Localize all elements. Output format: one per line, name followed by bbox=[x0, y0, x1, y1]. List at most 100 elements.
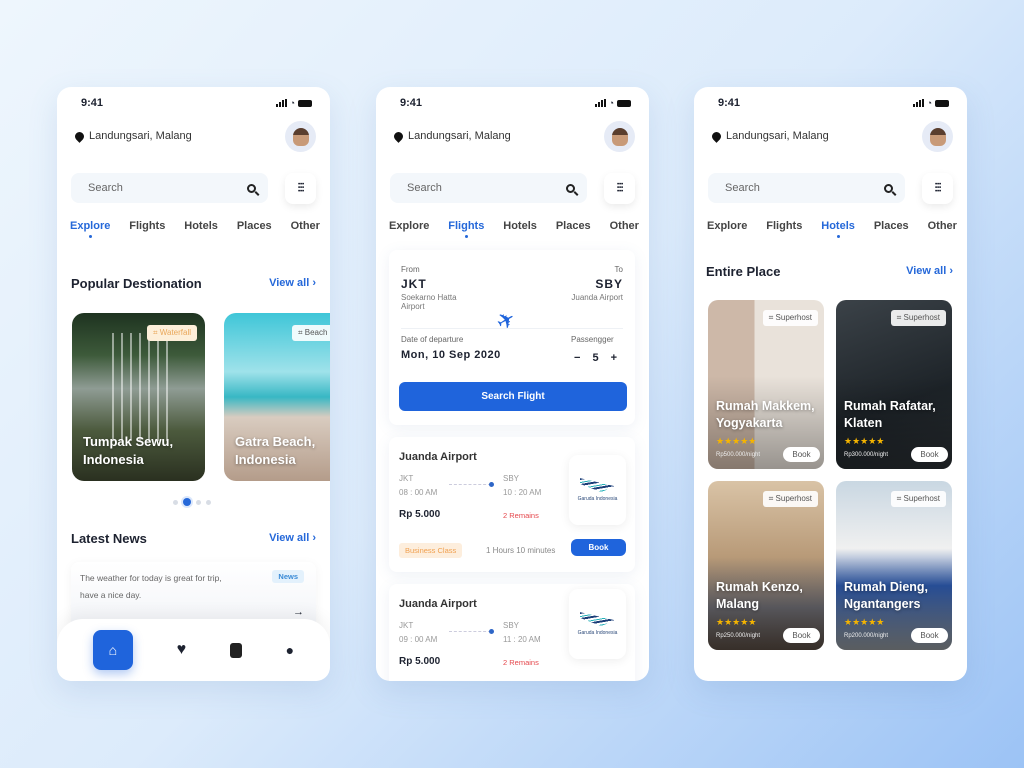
location-pin-icon bbox=[392, 129, 405, 143]
location[interactable]: Landungsari, Malang bbox=[73, 129, 192, 143]
nav-heart-icon[interactable]: ♥ bbox=[177, 641, 187, 659]
filter-button[interactable]: ⫶⫶⫶ bbox=[922, 173, 953, 204]
superhost-badge: ⌗ Superhost bbox=[762, 491, 818, 507]
filter-button[interactable]: ⫶⫶⫶ bbox=[604, 173, 635, 204]
result-to: SBY bbox=[503, 621, 520, 630]
hotel-card[interactable]: ⌗ Superhost Rumah Makkem, Yogyakarta ★★★… bbox=[708, 300, 824, 469]
route-line bbox=[449, 484, 491, 485]
to-code[interactable]: SBY bbox=[595, 277, 623, 291]
tab-explore[interactable]: Explore bbox=[70, 220, 110, 238]
airline-logo: Garuda Indonesia bbox=[569, 589, 626, 659]
date-label: Date of departure bbox=[401, 335, 464, 344]
from-code[interactable]: JKT bbox=[401, 277, 427, 291]
tab-explore[interactable]: Explore bbox=[389, 220, 429, 232]
avatar[interactable] bbox=[604, 121, 635, 152]
result-arrive: 10 : 20 AM bbox=[503, 488, 542, 497]
airline-logo: Garuda Indonesia bbox=[569, 455, 626, 525]
result-remains: 2 Remains bbox=[503, 658, 539, 667]
sliders-icon: ⫶⫶⫶ bbox=[616, 181, 623, 195]
wifi-icon: ◔ bbox=[289, 98, 295, 108]
entire-place-title: Entire Place bbox=[706, 264, 781, 279]
carousel-dot[interactable] bbox=[196, 499, 201, 505]
passenger-count[interactable]: 5 bbox=[592, 352, 598, 364]
search-flight-button[interactable]: Search Flight bbox=[399, 382, 627, 411]
location-label: Landungsari, Malang bbox=[408, 130, 511, 142]
hotels-view-all[interactable]: View all › bbox=[906, 265, 953, 277]
wifi-icon: ◔ bbox=[608, 98, 614, 108]
nav-document-icon[interactable] bbox=[229, 642, 242, 658]
hotels-screen: 9:41 ◔ Landungsari, Malang Search ⫶⫶⫶ Ex… bbox=[694, 87, 967, 681]
tab-flights[interactable]: Flights bbox=[448, 220, 484, 238]
news-view-all[interactable]: View all › bbox=[269, 532, 316, 544]
increment-button[interactable]: + bbox=[611, 352, 617, 364]
tab-places[interactable]: Places bbox=[556, 220, 591, 232]
departure-date[interactable]: Mon, 10 Sep 2020 bbox=[401, 349, 501, 361]
search-icon bbox=[247, 183, 256, 193]
tab-explore[interactable]: Explore bbox=[707, 220, 747, 232]
avatar[interactable] bbox=[922, 121, 953, 152]
book-button[interactable]: Book bbox=[783, 447, 820, 462]
hotel-card[interactable]: ⌗ Superhost Rumah Kenzo, Malang ★★★★★ Rp… bbox=[708, 481, 824, 650]
search-input[interactable]: Search bbox=[708, 173, 905, 203]
book-button[interactable]: Book bbox=[911, 628, 948, 643]
explore-screen: 9:41 ◔ Landungsari, Malang Search ⫶⫶⫶ Ex… bbox=[57, 87, 330, 681]
carousel-dot-active[interactable] bbox=[183, 498, 191, 506]
destination-card[interactable]: ⌗ Beach Gatra Beach, Indonesia bbox=[224, 313, 330, 481]
status-icons: ◔ bbox=[594, 98, 631, 108]
tab-bar: Explore Flights Hotels Places Other bbox=[70, 220, 320, 238]
news-title: Latest News bbox=[71, 531, 147, 546]
tab-hotels[interactable]: Hotels bbox=[503, 220, 537, 232]
book-button[interactable]: Book bbox=[571, 539, 626, 556]
rating-stars: ★★★★★ bbox=[716, 617, 757, 627]
result-depart: 08 : 00 AM bbox=[399, 488, 438, 497]
tab-other[interactable]: Other bbox=[291, 220, 320, 232]
hotel-price: Rp500.000/night bbox=[716, 452, 761, 458]
arrow-right-icon[interactable]: → bbox=[293, 606, 304, 618]
tab-hotels[interactable]: Hotels bbox=[821, 220, 855, 238]
to-label: To bbox=[614, 265, 623, 274]
status-time: 9:41 bbox=[718, 97, 741, 109]
status-icons: ◔ bbox=[912, 98, 949, 108]
result-duration: 1 Hours 10 minutes bbox=[486, 546, 556, 555]
search-input[interactable]: Search bbox=[390, 173, 587, 203]
tab-hotels[interactable]: Hotels bbox=[184, 220, 218, 232]
tab-other[interactable]: Other bbox=[610, 220, 639, 232]
nav-profile-icon[interactable]: ● bbox=[286, 642, 294, 658]
wifi-icon: ◔ bbox=[926, 98, 932, 108]
hotel-card[interactable]: ⌗ Superhost Rumah Rafatar, Klaten ★★★★★ … bbox=[836, 300, 952, 469]
result-from: JKT bbox=[399, 474, 414, 483]
status-time: 9:41 bbox=[400, 97, 423, 109]
tab-places[interactable]: Places bbox=[874, 220, 909, 232]
decrement-button[interactable]: − bbox=[574, 352, 580, 364]
popular-view-all[interactable]: View all › bbox=[269, 277, 316, 289]
tab-other[interactable]: Other bbox=[928, 220, 957, 232]
tab-flights[interactable]: Flights bbox=[129, 220, 165, 232]
class-badge: Business Class bbox=[399, 543, 463, 558]
status-icons: ◔ bbox=[275, 98, 312, 108]
hotel-card[interactable]: ⌗ Superhost Rumah Dieng, Ngantangers ★★★… bbox=[836, 481, 952, 650]
plane-icon[interactable]: ✈ bbox=[492, 305, 521, 337]
nav-home-icon[interactable]: ⌂ bbox=[92, 630, 133, 670]
search-input[interactable]: Search bbox=[71, 173, 268, 203]
battery-icon bbox=[935, 99, 949, 107]
carousel-dot[interactable] bbox=[206, 499, 211, 505]
avatar[interactable] bbox=[285, 121, 316, 152]
location[interactable]: Landungsari, Malang bbox=[710, 129, 829, 143]
tab-flights[interactable]: Flights bbox=[766, 220, 802, 232]
popular-title: Popular Destionation bbox=[71, 276, 202, 291]
carousel-dot[interactable] bbox=[173, 499, 178, 505]
result-from: JKT bbox=[399, 621, 414, 630]
location-label: Landungsari, Malang bbox=[89, 130, 192, 142]
destination-card[interactable]: ⌗ Waterfall Tumpak Sewu, Indonesia bbox=[72, 313, 205, 481]
rating-stars: ★★★★★ bbox=[844, 436, 885, 446]
flight-result-card[interactable]: Juanda Airport JKT 09 : 00 AM SBY 11 : 2… bbox=[389, 584, 635, 681]
location[interactable]: Landungsari, Malang bbox=[392, 129, 511, 143]
flight-result-card[interactable]: Juanda Airport JKT 08 : 00 AM SBY 10 : 2… bbox=[389, 437, 635, 572]
result-airport: Juanda Airport bbox=[399, 598, 477, 610]
tab-places[interactable]: Places bbox=[237, 220, 272, 232]
flight-search-card: From To JKT SBY Soekarno Hatta Airport J… bbox=[389, 250, 635, 425]
signal-icon bbox=[275, 99, 287, 107]
book-button[interactable]: Book bbox=[911, 447, 948, 462]
filter-button[interactable]: ⫶⫶⫶ bbox=[285, 173, 316, 204]
book-button[interactable]: Book bbox=[783, 628, 820, 643]
